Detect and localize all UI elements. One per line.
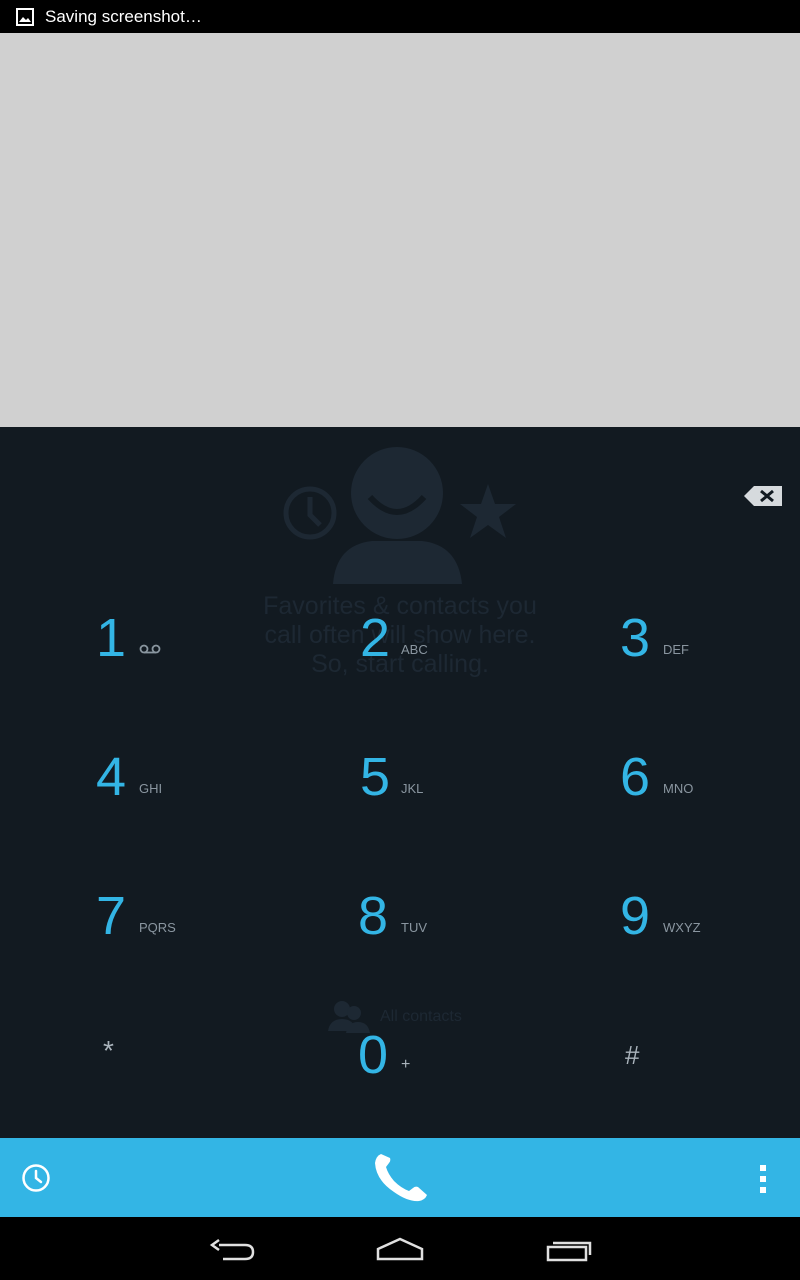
back-icon[interactable]	[209, 1238, 255, 1262]
dial-key-digit: 0	[358, 1025, 389, 1085]
dial-key-letters: ABC	[401, 642, 428, 657]
home-icon[interactable]	[375, 1236, 425, 1262]
dial-key-digit: 7	[96, 886, 127, 946]
dial-key-0[interactable]: 0 +	[266, 1016, 532, 1138]
overflow-menu-icon[interactable]	[758, 1164, 768, 1194]
dial-key-digit: 5	[360, 747, 391, 807]
phone-call-icon[interactable]	[370, 1150, 430, 1206]
dial-key-1[interactable]: 1	[0, 599, 266, 738]
dial-key-6[interactable]: 6 MNO	[532, 738, 798, 877]
person-illustration-icon	[333, 447, 462, 584]
dial-key-digit: 9	[620, 886, 651, 946]
dial-key-letters: TUV	[401, 920, 427, 935]
status-bar: Saving screenshot…	[0, 0, 800, 33]
dial-key-7[interactable]: 7 PQRS	[0, 877, 266, 1016]
dial-key-pound[interactable]: #	[532, 1016, 798, 1138]
dial-key-digit: *	[103, 1035, 114, 1066]
dial-key-digit: 4	[96, 747, 127, 807]
system-navigation-bar	[0, 1217, 800, 1280]
dial-key-5[interactable]: 5 JKL	[266, 738, 532, 877]
dial-key-2[interactable]: 2 ABC	[266, 599, 532, 738]
dialer-action-bar	[0, 1138, 800, 1217]
dial-key-8[interactable]: 8 TUV	[266, 877, 532, 1016]
dial-key-digit: 2	[360, 608, 391, 668]
voicemail-icon	[139, 644, 161, 654]
dial-key-digit: 1	[96, 608, 127, 668]
dial-key-4[interactable]: 4 GHI	[0, 738, 266, 877]
content-placeholder	[0, 33, 800, 427]
dial-key-letters: MNO	[663, 781, 694, 796]
dial-key-letters: JKL	[401, 781, 424, 796]
backspace-icon[interactable]	[740, 483, 786, 509]
dial-key-digit: 3	[620, 608, 651, 668]
dial-key-letters: WXYZ	[663, 920, 701, 935]
dial-key-digit: 8	[358, 886, 389, 946]
recent-apps-icon[interactable]	[545, 1237, 593, 1263]
dial-key-letters: GHI	[139, 781, 163, 796]
image-icon	[16, 7, 34, 26]
notification-text: Saving screenshot…	[45, 6, 202, 26]
star-illustration-icon	[460, 484, 516, 538]
call-history-icon[interactable]	[21, 1163, 51, 1193]
dial-key-9[interactable]: 9 WXYZ	[532, 877, 798, 1016]
dial-key-letters: DEF	[663, 642, 689, 657]
clock-illustration-icon	[283, 486, 337, 540]
dial-key-digit: 6	[620, 747, 651, 807]
dial-key-star[interactable]: *	[0, 1016, 266, 1138]
dialer-panel: Favorites & contacts you call often will…	[0, 427, 800, 1138]
dial-key-digit: #	[625, 1040, 640, 1070]
dial-key-3[interactable]: 3 DEF	[532, 599, 798, 738]
dial-key-letters: PQRS	[139, 920, 176, 935]
dial-key-letters: +	[401, 1056, 411, 1073]
